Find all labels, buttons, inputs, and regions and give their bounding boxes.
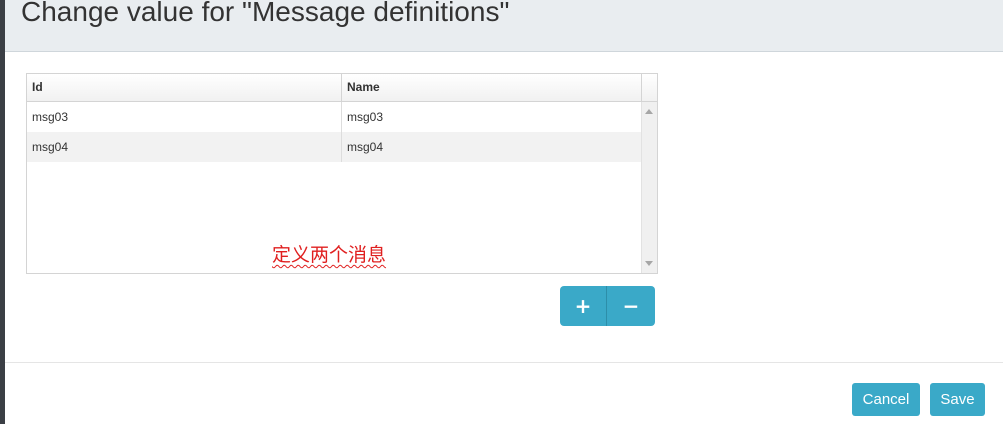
remove-row-button[interactable]: − (607, 286, 655, 326)
dialog: Change value for "Message definitions" I… (0, 0, 1003, 424)
dialog-header: Change value for "Message definitions" (5, 0, 1003, 52)
scroll-up-arrow-icon[interactable] (645, 109, 653, 114)
minus-icon: − (622, 294, 640, 318)
cell-name[interactable]: msg03 (342, 102, 641, 132)
footer-divider (5, 362, 1003, 363)
table-header: Id Name (27, 74, 657, 102)
table-row[interactable]: msg03 msg03 (27, 102, 641, 132)
table-row[interactable]: msg04 msg04 (27, 132, 641, 162)
save-button[interactable]: Save (930, 383, 985, 416)
window-edge (0, 0, 5, 424)
cell-id[interactable]: msg04 (27, 132, 342, 162)
dialog-title: Change value for "Message definitions" (21, 0, 510, 27)
row-controls: + − (560, 286, 655, 326)
cell-name[interactable]: msg04 (342, 132, 641, 162)
cancel-button[interactable]: Cancel (852, 383, 920, 416)
column-header-name[interactable]: Name (342, 74, 642, 101)
plus-icon: + (574, 294, 592, 318)
cell-id[interactable]: msg03 (27, 102, 342, 132)
annotation-text: 定义两个消息 (272, 244, 387, 266)
add-row-button[interactable]: + (560, 286, 607, 326)
vertical-scrollbar[interactable] (641, 102, 657, 273)
column-header-id[interactable]: Id (27, 74, 342, 101)
scroll-down-arrow-icon[interactable] (645, 261, 653, 266)
